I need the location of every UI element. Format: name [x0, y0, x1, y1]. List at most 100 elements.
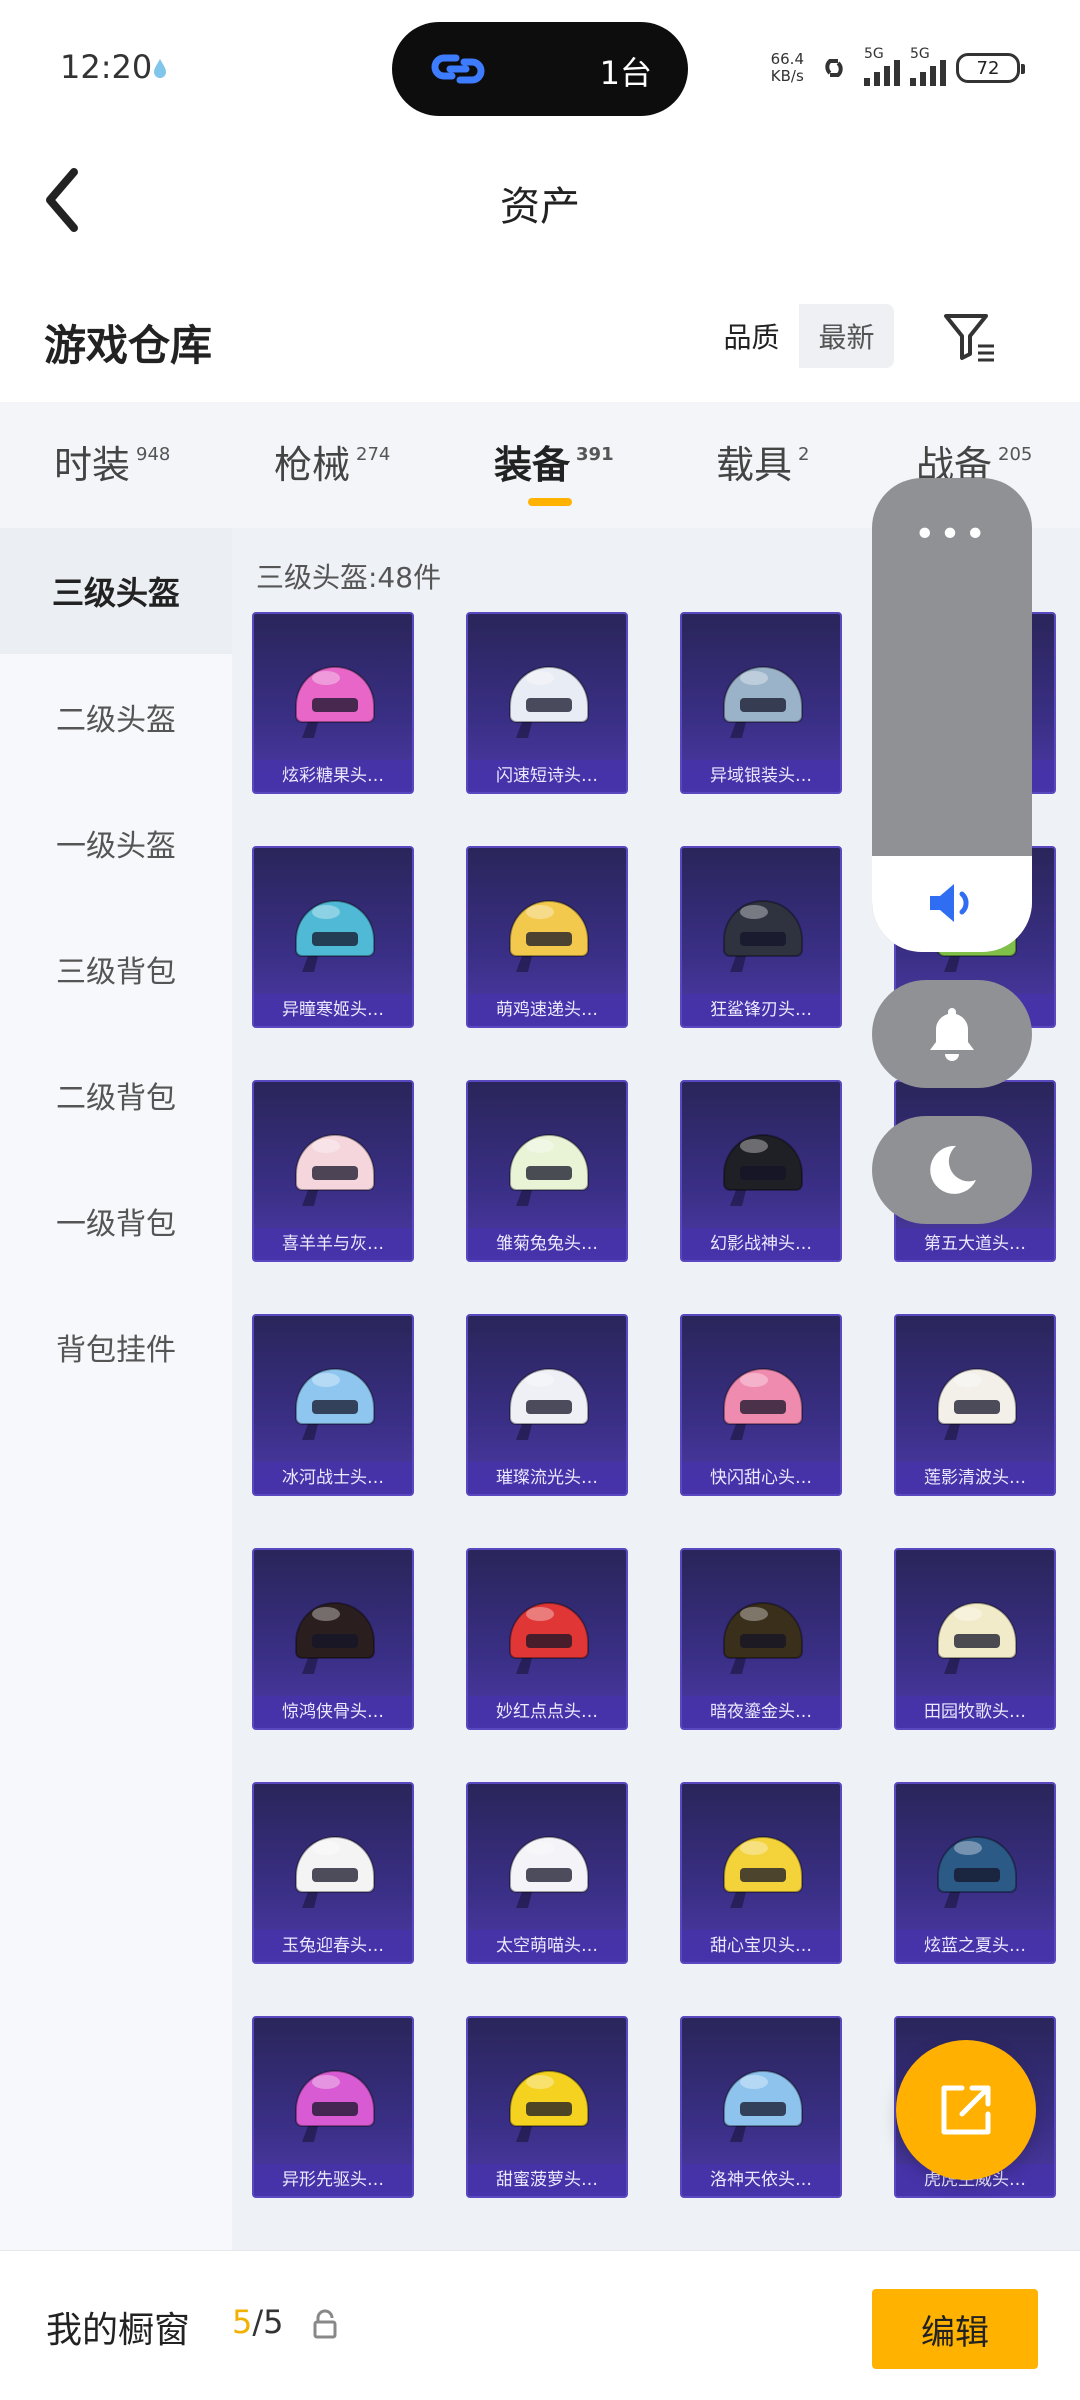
link-icon — [431, 54, 485, 84]
item-name: 幻影战神头… — [682, 1228, 840, 1260]
helmet-icon — [295, 1134, 375, 1206]
item-card[interactable]: 田园牧歌头… — [894, 1548, 1056, 1730]
volume-panel[interactable]: ••• — [872, 478, 1032, 952]
signal-1-label: 5G — [864, 46, 884, 62]
tab-label: 时装 — [54, 443, 131, 487]
tab-label: 载具 — [716, 443, 793, 487]
helmet-icon — [937, 1368, 1017, 1440]
item-name: 萌鸡速递头… — [468, 994, 626, 1026]
edit-button[interactable]: 编辑 — [872, 2289, 1038, 2369]
speaker-icon — [930, 884, 969, 922]
item-card[interactable]: 异域银装头… — [680, 612, 842, 794]
tab-guns[interactable]: 枪械 274 — [274, 434, 390, 489]
tab-label: 枪械 — [274, 443, 351, 487]
tab-equipment[interactable]: 装备 391 — [494, 434, 614, 489]
item-card[interactable]: 萌鸡速递头… — [466, 846, 628, 1028]
tab-count: 2 — [798, 444, 810, 465]
item-card[interactable]: 莲影清波头… — [894, 1314, 1056, 1496]
showcase-label: 我的橱窗 — [46, 2310, 191, 2351]
signal-1-icon: 5G — [864, 46, 900, 86]
net-speed-unit: KB/s — [770, 67, 804, 85]
item-name: 快闪甜心头… — [682, 1462, 840, 1494]
item-name: 甜心宝贝头… — [682, 1930, 840, 1962]
item-card[interactable]: 惊鸿侠骨头… — [252, 1548, 414, 1730]
item-card[interactable]: 甜蜜菠萝头… — [466, 2016, 628, 2198]
item-name: 异瞳寒姬头… — [254, 994, 412, 1026]
item-name: 莲影清波头… — [896, 1462, 1054, 1494]
item-card[interactable]: 异瞳寒姬头… — [252, 846, 414, 1028]
sort-latest-button[interactable]: 最新 — [799, 304, 894, 368]
item-name: 玉兔迎春头… — [254, 1930, 412, 1962]
item-card[interactable]: 异形先驱头… — [252, 2016, 414, 2198]
tab-fashion[interactable]: 时装 948 — [54, 434, 170, 489]
tab-vehicles[interactable]: 载具 2 — [716, 434, 809, 489]
item-name: 狂鲨锋刃头… — [682, 994, 840, 1026]
item-card[interactable]: 甜心宝贝头… — [680, 1782, 842, 1964]
item-card[interactable]: 璀璨流光头… — [466, 1314, 628, 1496]
helmet-icon — [723, 1836, 803, 1908]
battery-icon: 72 — [956, 53, 1025, 83]
item-card[interactable]: 狂鲨锋刃头… — [680, 846, 842, 1028]
helmet-icon — [723, 2070, 803, 2142]
helmet-icon — [509, 1368, 589, 1440]
sidebar-item-level3-helmet[interactable]: 三级头盔 — [0, 528, 232, 654]
sidebar-item-level1-backpack[interactable]: 一级背包 — [0, 1158, 232, 1284]
sort-quality-button[interactable]: 品质 — [704, 304, 799, 368]
helmet-icon — [295, 1836, 375, 1908]
helmet-icon — [295, 1602, 375, 1674]
lock-icon — [313, 2309, 337, 2339]
sidebar-item-backpack-charm[interactable]: 背包挂件 — [0, 1284, 232, 1410]
helmet-icon — [509, 2070, 589, 2142]
island-count: 1台 — [599, 54, 652, 92]
sidebar-item-level1-helmet[interactable]: 一级头盔 — [0, 780, 232, 906]
external-link-icon — [941, 2085, 991, 2135]
more-dots-icon[interactable]: ••• — [872, 514, 1032, 555]
section-count-label: 三级头盔:48件 — [256, 561, 442, 594]
item-card[interactable]: 暗夜鎏金头… — [680, 1548, 842, 1730]
sidebar-item-level3-backpack[interactable]: 三级背包 — [0, 906, 232, 1032]
item-name: 异域银装头… — [682, 760, 840, 792]
item-card[interactable]: 快闪甜心头… — [680, 1314, 842, 1496]
moon-icon — [930, 1145, 976, 1194]
tab-count: 391 — [576, 444, 614, 465]
helmet-icon — [723, 1134, 803, 1206]
item-card[interactable]: 闪速短诗头… — [466, 612, 628, 794]
volume-slider-fill[interactable] — [872, 856, 1032, 952]
item-card[interactable]: 喜羊羊与灰… — [252, 1080, 414, 1262]
tab-label: 装备 — [494, 443, 571, 487]
item-card[interactable]: 冰河战士头… — [252, 1314, 414, 1496]
item-card[interactable]: 炫彩糖果头… — [252, 612, 414, 794]
net-speed: 66.4 KB/s — [771, 51, 804, 85]
item-name: 炫蓝之夏头… — [896, 1930, 1054, 1962]
sidebar-item-level2-backpack[interactable]: 二级背包 — [0, 1032, 232, 1158]
item-card[interactable]: 太空萌喵头… — [466, 1782, 628, 1964]
item-name: 闪速短诗头… — [468, 760, 626, 792]
signal-2-icon: 5G — [910, 46, 946, 86]
showcase-used: 5 — [232, 2303, 253, 2341]
drop-icon — [154, 59, 166, 78]
helmet-icon — [295, 666, 375, 738]
helmet-icon — [295, 2070, 375, 2142]
item-card[interactable]: 雏菊兔兔头… — [466, 1080, 628, 1262]
helmet-icon — [723, 1368, 803, 1440]
item-name: 喜羊羊与灰… — [254, 1228, 412, 1260]
item-card[interactable]: 幻影战神头… — [680, 1080, 842, 1262]
share-button[interactable] — [896, 2040, 1036, 2180]
filter-icon[interactable] — [940, 308, 996, 364]
item-card[interactable]: 玉兔迎春头… — [252, 1782, 414, 1964]
helmet-icon — [509, 900, 589, 972]
tab-count: 948 — [136, 444, 171, 465]
ring-mode-button[interactable] — [872, 980, 1032, 1088]
item-name: 炫彩糖果头… — [254, 760, 412, 792]
dynamic-island[interactable]: 1台 — [392, 22, 688, 116]
battery-level: 72 — [976, 57, 1000, 79]
item-card[interactable]: 炫蓝之夏头… — [894, 1782, 1056, 1964]
helmet-icon — [509, 666, 589, 738]
item-card[interactable]: 妙红点点头… — [466, 1548, 628, 1730]
item-card[interactable]: 洛神天依头… — [680, 2016, 842, 2198]
item-name: 璀璨流光头… — [468, 1462, 626, 1494]
dark-mode-button[interactable] — [872, 1116, 1032, 1224]
sidebar-item-level2-helmet[interactable]: 二级头盔 — [0, 654, 232, 780]
item-name: 妙红点点头… — [468, 1696, 626, 1728]
showcase-total: /5 — [252, 2303, 284, 2341]
